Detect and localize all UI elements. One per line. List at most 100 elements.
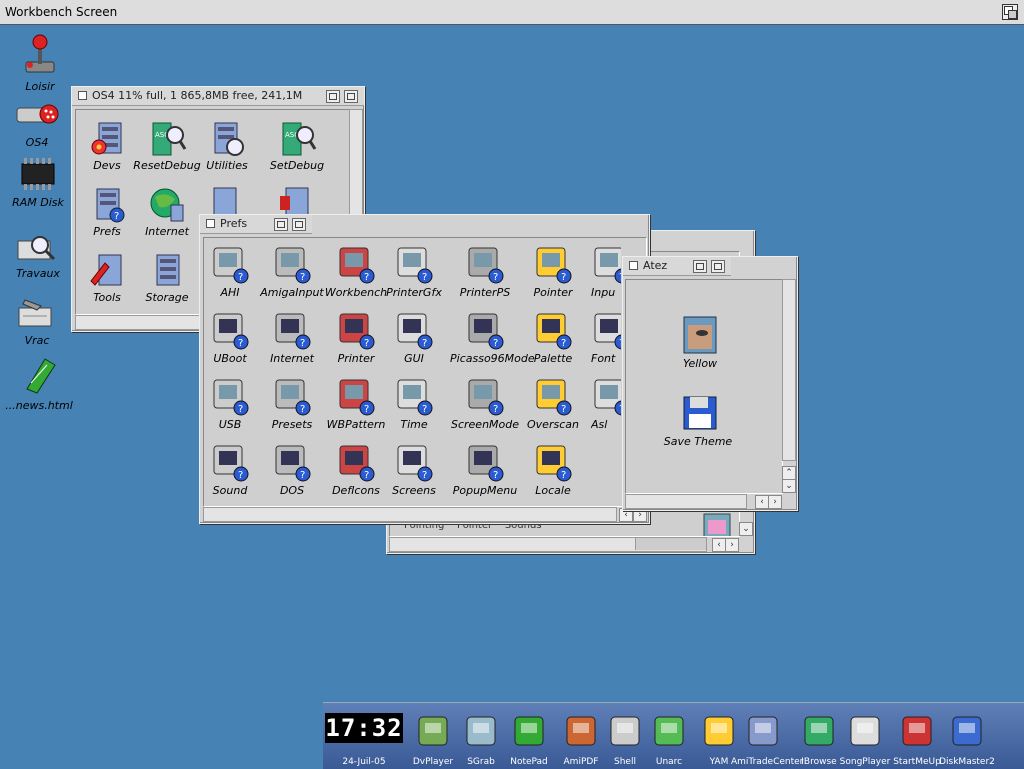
- atez-icon-yellow[interactable]: Yellow: [665, 315, 735, 370]
- desktop-icon-loisir[interactable]: Loisir: [0, 32, 80, 93]
- prefs-icon-screens[interactable]: ? Screens: [379, 442, 449, 497]
- prefs-close-icon[interactable]: [206, 219, 215, 228]
- svg-text:?: ?: [561, 470, 566, 481]
- atez-depth-icon[interactable]: [711, 260, 725, 273]
- internet-prefs-icon: ?: [275, 313, 311, 350]
- prefs-icon-popupmenu[interactable]: ? PopupMenu: [450, 442, 520, 497]
- dock-item-sgrab[interactable]: SGrab: [455, 703, 507, 767]
- prefs-icon-time[interactable]: ? Time: [379, 376, 449, 431]
- os4-zoom-icon[interactable]: [326, 90, 340, 103]
- ahi-prefs-icon: ?: [213, 247, 249, 284]
- desktop-icon-vrac[interactable]: Vrac: [0, 296, 77, 347]
- screen-depth-icon[interactable]: [1002, 4, 1018, 20]
- theme-yellow-icon: [683, 316, 717, 354]
- prefs-icon-asl[interactable]: ?Asl: [591, 376, 621, 431]
- svg-text:?: ?: [300, 272, 305, 283]
- utilities-drawer-icon: [214, 122, 244, 156]
- prefs-icon-gui[interactable]: ? GUI: [379, 310, 449, 365]
- dock-item-startmeup[interactable]: StartMeUp: [891, 703, 943, 767]
- ram-chip-icon: [21, 158, 55, 190]
- prefs-icon-pointer[interactable]: ? Pointer: [518, 244, 588, 299]
- svg-text:?: ?: [422, 470, 427, 481]
- atez-hscroll[interactable]: [625, 494, 747, 509]
- os4-icon-utilities[interactable]: Utilities: [192, 119, 262, 172]
- prefs-icon-presets[interactable]: ? Presets: [257, 376, 327, 431]
- printer-prefs-icon: ?: [339, 313, 375, 350]
- theme-thumbnail-icon: [703, 513, 731, 536]
- dock-item-ibrowse[interactable]: IBrowse: [793, 703, 845, 767]
- prefs-depth-icon[interactable]: [292, 218, 306, 231]
- svg-text:?: ?: [300, 470, 305, 481]
- prefs-icon-amigainput[interactable]: ? AmigaInput: [257, 244, 327, 299]
- atez-vscroll[interactable]: [782, 279, 796, 461]
- prefs-icon-uboot[interactable]: ? UBoot: [195, 310, 265, 365]
- svg-text:?: ?: [300, 338, 305, 349]
- back-window-left-arrow-icon[interactable]: ‹: [712, 538, 726, 552]
- back-window-hscroll[interactable]: [389, 537, 707, 552]
- prefs-icon-internet[interactable]: ? Internet: [257, 310, 327, 365]
- prefs-hscroll[interactable]: [203, 507, 617, 522]
- os4-icon-setdebug[interactable]: ASCII SetDebug: [262, 119, 332, 172]
- resetdebug-icon: ASCII: [152, 122, 187, 156]
- notepad-icon: [514, 716, 544, 746]
- prefs-icon-ahi[interactable]: ? AHI: [195, 244, 265, 299]
- atez-up-arrow-icon[interactable]: ⌃: [782, 466, 796, 480]
- prefs-icon-sound[interactable]: ? Sound: [195, 442, 265, 497]
- overscan-prefs-icon: ?: [536, 379, 572, 416]
- atez-zoom-icon[interactable]: [693, 260, 707, 273]
- svg-text:?: ?: [561, 272, 566, 283]
- prefs-icon-printergfx[interactable]: ? PrinterGfx: [379, 244, 449, 299]
- prefs-icon-printerps[interactable]: ? PrinterPS: [450, 244, 520, 299]
- atez-window[interactable]: Atez ⌃ ⌄ ‹ › Yellow Save Theme: [622, 256, 798, 511]
- dock-item-notepad[interactable]: NotePad: [503, 703, 555, 767]
- storage-drawer-icon: [156, 254, 180, 286]
- screens-prefs-icon: ?: [397, 445, 433, 482]
- popupmenu-prefs-icon: ?: [468, 445, 504, 482]
- save-floppy-icon: [683, 396, 717, 430]
- desktop-icon-travaux[interactable]: Travaux: [0, 233, 78, 280]
- prefs-icon-usb[interactable]: ? USB: [195, 376, 265, 431]
- prefs-icon-locale[interactable]: ? Locale: [518, 442, 588, 497]
- internet-globe-icon: [150, 188, 184, 222]
- dock-item-diskmaster2[interactable]: DiskMaster2: [939, 703, 995, 767]
- atez-down-arrow-icon[interactable]: ⌄: [782, 479, 796, 493]
- desktop-icon-os4[interactable]: OS4: [0, 98, 77, 149]
- os4-titlebar[interactable]: OS4 11% full, 1 865,8MB free, 241,1M: [72, 87, 364, 106]
- setdebug-icon: ASCII: [282, 122, 317, 156]
- prefs-icon-picasso96mode[interactable]: ? Picasso96Mode: [450, 310, 535, 365]
- atez-close-icon[interactable]: [629, 261, 638, 270]
- dock-clock[interactable]: 17:32: [325, 713, 403, 743]
- ibrowse-icon: [804, 716, 834, 746]
- os4-depth-icon[interactable]: [344, 90, 358, 103]
- os4-icon-internet[interactable]: Internet: [132, 185, 202, 238]
- atez-titlebar[interactable]: Atez: [623, 257, 731, 276]
- prefs-icon-dos[interactable]: ? DOS: [257, 442, 327, 497]
- prefs-icon-palette[interactable]: ? Palette: [518, 310, 588, 365]
- prefs-icon-font[interactable]: ?Font: [591, 310, 621, 365]
- prefs-icon-overscan[interactable]: ? Overscan: [518, 376, 588, 431]
- dock-item-unarc[interactable]: Unarc: [643, 703, 695, 767]
- svg-text:?: ?: [364, 404, 369, 415]
- songplayer-icon: [850, 716, 880, 746]
- atez-right-arrow-icon[interactable]: ›: [768, 495, 782, 509]
- os4-close-icon[interactable]: [78, 91, 87, 100]
- back-window-down-arrow-icon[interactable]: ⌄: [739, 522, 753, 536]
- svg-text:?: ?: [364, 338, 369, 349]
- os4-icon-storage[interactable]: Storage: [132, 251, 202, 304]
- prefs-zoom-icon[interactable]: [274, 218, 288, 231]
- dock-bar: 17:32 24-Juil-05 DvPlayer SGrab NotePad Ami…: [323, 702, 1024, 769]
- svg-text:?: ?: [364, 272, 369, 283]
- prefs-icon-screenmode[interactable]: ? ScreenMode: [450, 376, 520, 431]
- dock-item-dvplayer[interactable]: DvPlayer: [407, 703, 459, 767]
- atez-icon-save-theme[interactable]: Save Theme: [664, 393, 735, 448]
- desktop-icon-ram-disk[interactable]: RAM Disk: [0, 158, 78, 209]
- dock-item-amitradecenter[interactable]: AmiTradeCenter: [731, 703, 803, 767]
- svg-text:?: ?: [364, 470, 369, 481]
- prefs-titlebar[interactable]: Prefs: [200, 215, 312, 234]
- workbench-prefs-icon: ?: [339, 247, 375, 284]
- prefs-icon-inpu[interactable]: ?Inpu: [591, 244, 621, 299]
- desktop-icon-news[interactable]: ...news.html: [0, 355, 79, 412]
- dock-item-songplayer[interactable]: SongPlayer: [839, 703, 891, 767]
- back-window-right-arrow-icon[interactable]: ›: [725, 538, 739, 552]
- atez-left-arrow-icon[interactable]: ‹: [755, 495, 769, 509]
